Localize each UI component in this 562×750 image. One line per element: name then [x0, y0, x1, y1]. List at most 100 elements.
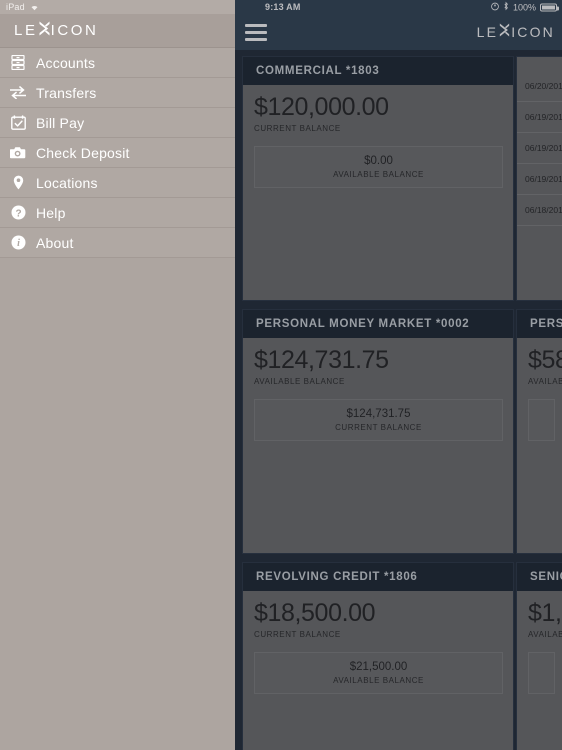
secondary-balance-label: CURRENT BALANCE — [335, 422, 422, 432]
account-title: COMMERCIAL *1803 — [256, 65, 380, 77]
accounts-grid: COMMERCIAL *1803 $120,000.00 CURRENT BAL… — [235, 50, 562, 750]
camera-icon — [8, 143, 28, 163]
account-card-header: COMMERCIAL *1803 — [243, 57, 513, 85]
status-indicators: 100% — [491, 1, 559, 13]
sidebar-item-bill-pay[interactable]: Bill Pay — [0, 108, 235, 138]
map-pin-icon — [8, 173, 28, 193]
account-card[interactable]: REVOLVING CREDIT *1806 $18,500.00 CURREN… — [242, 562, 514, 750]
device-name: iPad — [6, 2, 25, 12]
app-navbar: LE ICON — [235, 14, 562, 50]
sidebar-item-label: Locations — [36, 174, 98, 191]
sidebar-item-locations[interactable]: Locations — [0, 168, 235, 198]
file-cabinet-icon — [8, 53, 28, 73]
logo-text-tail: ICON — [511, 24, 555, 40]
account-card-header: REVOLVING CREDIT *1806 — [243, 563, 513, 591]
transaction-row[interactable]: 06/19/201 — [517, 164, 562, 195]
secondary-balance-box — [528, 398, 555, 441]
transactions-panel[interactable]: 06/20/201 06/19/201 06/19/201 06/19/201 … — [516, 56, 562, 301]
logo-x-icon — [39, 21, 50, 41]
sidebar-item-label: Accounts — [36, 54, 96, 71]
secondary-balance-box: $124,731.75 CURRENT BALANCE — [254, 398, 503, 441]
battery-full-icon — [540, 3, 559, 11]
sidebar-drawer: iPad LE ICON Accounts Transfers Bill Pay… — [0, 0, 235, 750]
transaction-row[interactable]: 06/18/201 — [517, 195, 562, 226]
sidebar-item-label: Check Deposit — [36, 144, 130, 161]
primary-balance-label: CURRENT BALANCE — [254, 629, 341, 639]
account-card[interactable]: PERSONAL MONEY MARKET *0002 $124,731.75 … — [242, 309, 514, 554]
app-root: iPad LE ICON Accounts Transfers Bill Pay… — [0, 0, 562, 750]
sidebar-item-check-deposit[interactable]: Check Deposit — [0, 138, 235, 168]
sidebar-empty-area — [0, 258, 235, 750]
transaction-date: 06/18/201 — [525, 205, 562, 215]
account-card-body: $18,500.00 CURRENT BALANCE $21,500.00 AV… — [243, 591, 513, 694]
account-title: PERS — [530, 318, 562, 330]
transactions-header-spacer — [517, 57, 562, 71]
logo-text-lead: LE — [14, 22, 38, 39]
secondary-balance-box — [528, 651, 555, 694]
lexicon-logo-navbar: LE ICON — [476, 22, 555, 42]
secondary-balance-amount: $0.00 — [364, 154, 393, 167]
account-card-body: $1, AVAILAB — [517, 591, 562, 694]
hamburger-menu-icon[interactable] — [245, 23, 267, 41]
calendar-check-icon — [8, 113, 28, 133]
account-card-body: $124,731.75 AVAILABLE BALANCE $124,731.7… — [243, 338, 513, 441]
primary-balance-label: CURRENT BALANCE — [254, 123, 341, 133]
account-card-body: $120,000.00 CURRENT BALANCE $0.00 AVAILA… — [243, 85, 513, 188]
transaction-date: 06/20/201 — [525, 81, 562, 91]
secondary-balance-amount: $21,500.00 — [349, 660, 408, 673]
account-card-header: PERSONAL MONEY MARKET *0002 — [243, 310, 513, 338]
account-title: PERSONAL MONEY MARKET *0002 — [256, 318, 470, 330]
account-title: REVOLVING CREDIT *1806 — [256, 571, 418, 583]
account-card-header: SENIO — [517, 563, 562, 591]
ios-status-bar: 9:13 AM 100% — [235, 0, 562, 14]
account-card[interactable]: PERS $58 AVAILAB — [516, 309, 562, 554]
sidebar-item-label: Bill Pay — [36, 114, 85, 131]
transaction-date: 06/19/201 — [525, 112, 562, 122]
lexicon-logo-sidebar: LE ICON — [14, 21, 98, 41]
battery-percent-label: 100% — [512, 2, 536, 12]
account-card[interactable]: COMMERCIAL *1803 $120,000.00 CURRENT BAL… — [242, 56, 514, 301]
transaction-date: 06/19/201 — [525, 174, 562, 184]
sidebar-menu: Accounts Transfers Bill Pay Check Deposi… — [0, 48, 235, 258]
account-card-header: PERS — [517, 310, 562, 338]
primary-balance-label: AVAILABLE BALANCE — [254, 376, 345, 386]
secondary-balance-label: AVAILABLE BALANCE — [333, 169, 424, 179]
primary-balance-label: AVAILAB — [528, 376, 562, 386]
transaction-row[interactable]: 06/20/201 — [517, 71, 562, 102]
sidebar-logo-bar: LE ICON — [0, 14, 235, 48]
transfer-arrows-icon — [8, 83, 28, 103]
logo-x-icon — [499, 22, 510, 42]
info-circle-icon: i — [8, 233, 28, 253]
sidebar-status-bar: iPad — [0, 0, 235, 14]
account-title: SENIO — [530, 571, 562, 583]
secondary-balance-amount: $124,731.75 — [346, 407, 411, 420]
primary-balance-amount: $120,000.00 — [254, 93, 389, 121]
location-arrow-icon — [491, 2, 499, 12]
primary-balance-amount: $1, — [528, 599, 562, 627]
question-circle-icon: ? — [8, 203, 28, 223]
secondary-balance-box: $21,500.00 AVAILABLE BALANCE — [254, 651, 503, 694]
secondary-balance-box: $0.00 AVAILABLE BALANCE — [254, 145, 503, 188]
wifi-icon — [30, 4, 39, 11]
transaction-date: 06/19/201 — [525, 143, 562, 153]
account-card[interactable]: SENIO $1, AVAILAB — [516, 562, 562, 750]
svg-text:?: ? — [15, 208, 21, 219]
sidebar-item-transfers[interactable]: Transfers — [0, 78, 235, 108]
status-time: 9:13 AM — [265, 2, 301, 12]
primary-balance-label: AVAILAB — [528, 629, 562, 639]
sidebar-item-label: About — [36, 234, 74, 251]
transaction-row[interactable]: 06/19/201 — [517, 102, 562, 133]
sidebar-item-label: Transfers — [36, 84, 97, 101]
secondary-balance-label: AVAILABLE BALANCE — [333, 675, 424, 685]
sidebar-item-help[interactable]: ? Help — [0, 198, 235, 228]
sidebar-item-label: Help — [36, 204, 66, 221]
logo-text-lead: LE — [476, 24, 499, 40]
sidebar-item-about[interactable]: i About — [0, 228, 235, 258]
primary-balance-amount: $124,731.75 — [254, 346, 389, 374]
primary-balance-amount: $58 — [528, 346, 562, 374]
account-card-body: $58 AVAILAB — [517, 338, 562, 441]
primary-balance-amount: $18,500.00 — [254, 599, 376, 627]
svg-text:i: i — [17, 238, 20, 249]
sidebar-item-accounts[interactable]: Accounts — [0, 48, 235, 78]
transaction-row[interactable]: 06/19/201 — [517, 133, 562, 164]
